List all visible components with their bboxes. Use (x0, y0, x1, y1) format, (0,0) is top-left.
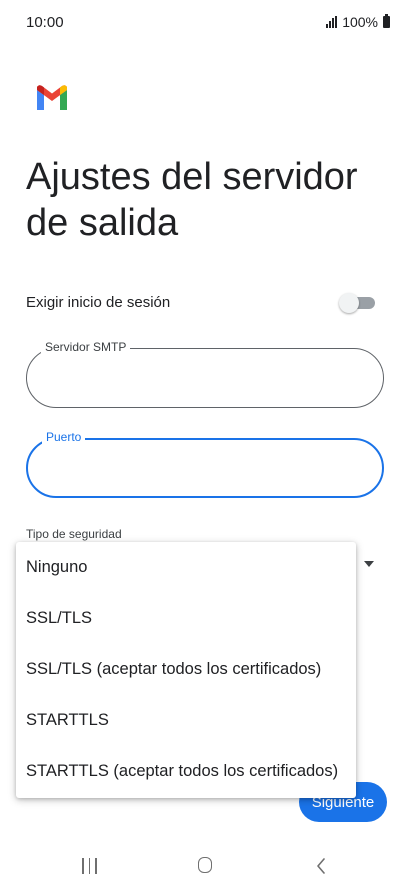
status-time: 10:00 (26, 14, 64, 31)
smtp-server-field[interactable]: Servidor SMTP (26, 340, 384, 408)
menu-item-ssl-tls[interactable]: SSL/TLS (16, 593, 356, 644)
page-title: Ajustes del servidor de salida (26, 156, 358, 244)
back-icon[interactable] (316, 858, 326, 874)
menu-item-ssl-tls-accept-all[interactable]: SSL/TLS (aceptar todos los certificados) (16, 644, 356, 695)
menu-item-none[interactable]: Ninguno (16, 542, 356, 593)
port-label: Puerto (42, 430, 86, 444)
security-type-menu: Ninguno SSL/TLS SSL/TLS (aceptar todos l… (16, 542, 356, 798)
require-login-label: Exigir inicio de sesión (26, 294, 171, 311)
menu-item-starttls-accept-all[interactable]: STARTTLS (aceptar todos los certificados… (16, 746, 356, 797)
recents-icon[interactable] (82, 858, 97, 874)
toggle-thumb (339, 293, 359, 313)
require-login-toggle[interactable] (339, 292, 375, 314)
gmail-logo (37, 85, 67, 110)
status-bar: 10:00 100% (0, 0, 412, 44)
status-icons: 100% (326, 14, 390, 30)
battery-icon (383, 14, 390, 28)
port-field[interactable]: Puerto (26, 430, 384, 498)
battery-percent: 100% (342, 14, 378, 30)
home-icon[interactable] (198, 857, 212, 873)
smtp-server-label: Servidor SMTP (41, 340, 131, 354)
menu-item-starttls[interactable]: STARTTLS (16, 695, 356, 746)
security-type-label: Tipo de seguridad (26, 527, 122, 541)
signal-icon (326, 16, 338, 28)
dropdown-arrow-icon[interactable] (364, 561, 374, 567)
